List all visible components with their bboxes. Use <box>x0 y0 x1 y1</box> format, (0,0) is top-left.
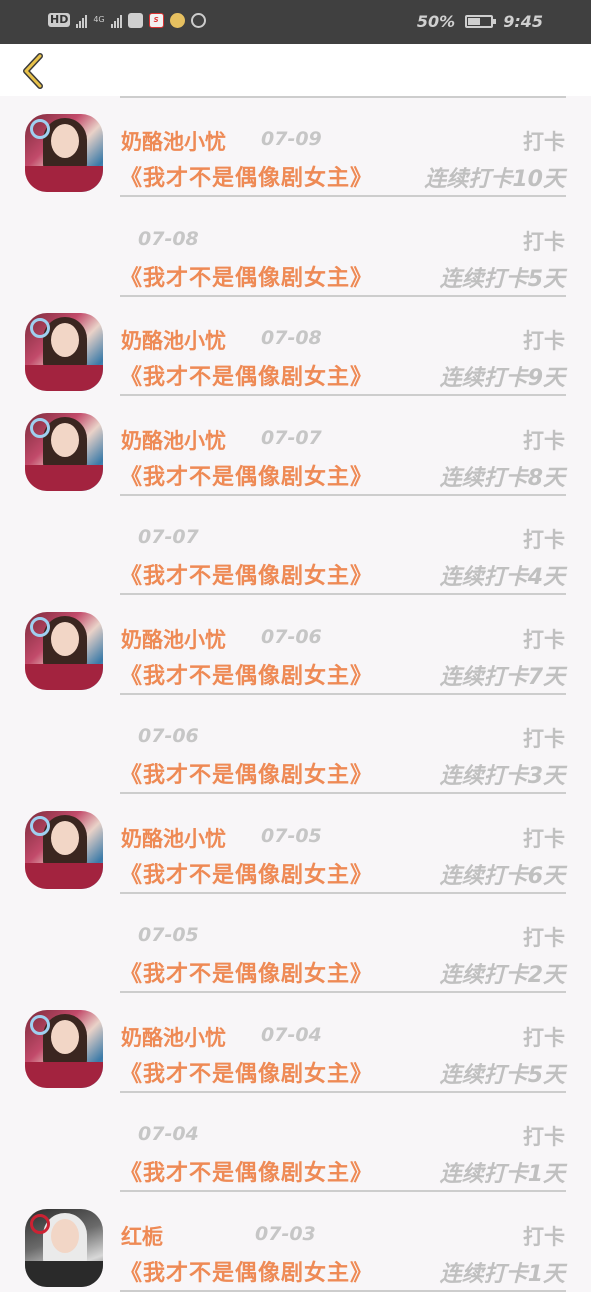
avatar[interactable] <box>25 114 103 192</box>
streak-count-label: 连续打卡8天 <box>439 465 565 491</box>
book-title-link[interactable]: 《我才不是偶像剧女主》 <box>120 857 373 889</box>
avatar[interactable] <box>25 810 103 889</box>
username[interactable]: 奶酪池小忧 <box>121 425 226 455</box>
list-item[interactable]: 奶酪池小忧 07-06 打卡《我才不是偶像剧女主》 连续打卡7天 <box>0 594 591 695</box>
top-nav-bar <box>0 44 591 96</box>
streak-count-label: 连续打卡5天 <box>439 1062 565 1088</box>
checkin-list: 奶酪池小忧 07-09 打卡 《我才不是偶像剧女主》 连续打卡10天 07-08 打卡 《我才… <box>0 96 591 1292</box>
book-title-link[interactable]: 《我才不是偶像剧女主》 <box>120 1056 373 1088</box>
book-title-link[interactable]: 《我才不是偶像剧女主》 <box>120 260 373 292</box>
checkin-type-label: 打卡 <box>523 428 565 453</box>
date-label: 07-09 <box>261 128 322 150</box>
checkin-type-label: 打卡 <box>523 926 565 950</box>
signal-icon <box>76 12 88 28</box>
book-title-link[interactable]: 《我才不是偶像剧女主》 <box>120 459 373 491</box>
book-title-link[interactable]: 《我才不是偶像剧女主》 <box>120 658 373 690</box>
hd-icon: HD <box>48 13 71 27</box>
username[interactable]: 奶酪池小忧 <box>121 325 226 355</box>
list-item[interactable]: 07-07 打卡《我才不是偶像剧女主》 连续打卡4天 <box>0 494 591 595</box>
username[interactable]: 红栀 <box>121 1221 163 1251</box>
checkin-type-label: 打卡 <box>523 229 565 254</box>
list-item[interactable]: 奶酪池小忧 07-08 打卡《我才不是偶像剧女主》 连续打卡9天 <box>0 295 591 396</box>
list-item[interactable]: 07-08 打卡《我才不是偶像剧女主》 连续打卡5天 <box>0 196 591 297</box>
checkin-type-label: 打卡 <box>523 826 565 851</box>
checkin-type-label: 打卡 <box>523 1224 565 1249</box>
list-item[interactable]: 07-05 打卡《我才不是偶像剧女主》 连续打卡2天 <box>0 892 591 993</box>
username[interactable]: 奶酪池小忧 <box>121 1022 226 1052</box>
list-item[interactable]: 奶酪池小忧 07-07 打卡《我才不是偶像剧女主》 连续打卡8天 <box>0 395 591 496</box>
checkin-type-label: 打卡 <box>523 130 565 154</box>
list-item[interactable]: 07-06 打卡《我才不是偶像剧女主》 连续打卡3天 <box>0 693 591 794</box>
streak-count-label: 连续打卡4天 <box>439 565 565 590</box>
qq-icon <box>127 12 143 28</box>
checkin-type-label: 打卡 <box>523 627 565 652</box>
streak-count-label: 连续打卡1天 <box>439 1162 565 1187</box>
avatar[interactable] <box>25 611 103 690</box>
assistant-icon <box>169 12 185 28</box>
status-bar: HD 4G S 50% 9:45 <box>0 0 591 44</box>
book-title-link[interactable]: 《我才不是偶像剧女主》 <box>120 956 373 988</box>
username[interactable]: 奶酪池小忧 <box>121 823 226 853</box>
date-label: 07-05 <box>138 924 199 946</box>
status-icons-left: HD 4G S <box>48 12 206 28</box>
streak-count-label: 连续打卡7天 <box>439 664 565 690</box>
streak-count-label: 连续打卡9天 <box>439 366 565 391</box>
list-item[interactable]: 奶酪池小忧 07-09 打卡《我才不是偶像剧女主》 连续打卡10天 <box>0 96 591 197</box>
checkin-type-label: 打卡 <box>523 1125 565 1149</box>
checkin-type-label: 打卡 <box>523 727 565 751</box>
date-label: 07-07 <box>261 426 322 449</box>
list-item[interactable]: 07-04 打卡《我才不是偶像剧女主》 连续打卡1天 <box>0 1091 591 1192</box>
date-label: 07-08 <box>138 227 199 250</box>
date-label: 07-07 <box>138 526 199 548</box>
battery-icon <box>465 15 497 28</box>
streak-count-label: 连续打卡6天 <box>439 863 565 889</box>
date-label: 07-05 <box>261 824 322 847</box>
row-divider <box>120 1289 566 1292</box>
username[interactable]: 奶酪池小忧 <box>121 624 226 654</box>
date-label: 07-04 <box>261 1023 322 1046</box>
username[interactable]: 奶酪池小忧 <box>121 126 226 156</box>
checkin-type-label: 打卡 <box>523 329 565 353</box>
avatar[interactable] <box>25 1208 103 1287</box>
avatar[interactable] <box>25 313 103 391</box>
list-item[interactable]: 奶酪池小忧 07-04 打卡《我才不是偶像剧女主》 连续打卡5天 <box>0 992 591 1093</box>
streak-count-label: 连续打卡3天 <box>439 764 565 789</box>
list-item[interactable]: 奶酪池小忧 07-05 打卡《我才不是偶像剧女主》 连续打卡6天 <box>0 793 591 894</box>
streak-count-label: 连续打卡10天 <box>424 167 565 192</box>
back-chevron-left-icon[interactable] <box>16 50 56 92</box>
book-title-link[interactable]: 《我才不是偶像剧女主》 <box>120 359 373 391</box>
book-title-link[interactable]: 《我才不是偶像剧女主》 <box>120 1155 373 1187</box>
date-label: 07-06 <box>261 625 322 648</box>
date-label: 07-03 <box>255 1222 316 1245</box>
status-icons-right: 50% 9:45 <box>417 12 543 31</box>
streak-count-label: 连续打卡1天 <box>439 1261 565 1287</box>
avatar[interactable] <box>25 412 103 491</box>
book-title-link[interactable]: 《我才不是偶像剧女主》 <box>120 160 373 192</box>
book-title-link[interactable]: 《我才不是偶像剧女主》 <box>120 558 373 590</box>
signal-4g-icon <box>110 12 122 28</box>
list-item[interactable]: 红栀 07-03 打卡《我才不是偶像剧女主》 连续打卡1天 <box>0 1191 591 1292</box>
location-icon <box>190 12 206 28</box>
checkin-type-label: 打卡 <box>523 528 565 552</box>
avatar[interactable] <box>25 1009 103 1088</box>
sina-icon: S <box>148 12 164 28</box>
book-title-link[interactable]: 《我才不是偶像剧女主》 <box>120 757 373 789</box>
battery-percent: 50% <box>416 12 456 31</box>
checkin-type-label: 打卡 <box>523 1025 565 1050</box>
clock: 9:45 <box>503 12 543 31</box>
streak-count-label: 连续打卡2天 <box>439 963 565 988</box>
date-label: 07-08 <box>261 327 322 349</box>
date-label: 07-04 <box>138 1123 199 1145</box>
network-type-label: 4G <box>93 15 105 24</box>
streak-count-label: 连续打卡5天 <box>439 266 565 292</box>
date-label: 07-06 <box>138 725 199 747</box>
book-title-link[interactable]: 《我才不是偶像剧女主》 <box>120 1255 373 1287</box>
